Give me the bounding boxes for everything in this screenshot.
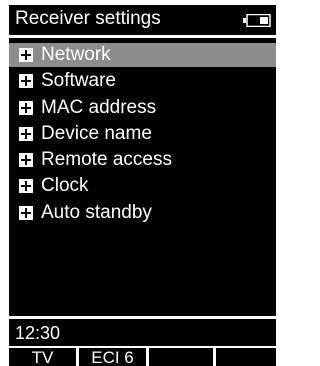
battery-icon: [243, 13, 271, 28]
menu-item-mac-address[interactable]: MAC address: [9, 96, 276, 120]
menu-item-label: Device name: [41, 122, 152, 144]
settings-menu: Network Software MAC address Device name…: [9, 43, 276, 227]
softkey-2[interactable]: ECI 6: [79, 348, 146, 366]
status-divider: [9, 316, 276, 319]
plus-box-icon: [19, 205, 33, 220]
menu-item-software[interactable]: Software: [9, 69, 276, 93]
device-screen: Receiver settings Network Software MAC a…: [9, 5, 276, 366]
menu-item-clock[interactable]: Clock: [9, 174, 276, 198]
menu-item-network[interactable]: Network: [9, 43, 276, 67]
title-bar: Receiver settings: [9, 5, 276, 35]
softkey-3[interactable]: [149, 348, 213, 366]
menu-item-remote-access[interactable]: Remote access: [9, 148, 276, 172]
menu-item-label: Remote access: [41, 149, 172, 171]
menu-item-auto-standby[interactable]: Auto standby: [9, 201, 276, 225]
menu-item-label: Auto standby: [41, 201, 152, 223]
menu-item-label: Network: [41, 44, 111, 65]
menu-item-device-name[interactable]: Device name: [9, 122, 276, 146]
title-divider: [9, 35, 276, 38]
plus-box-icon: [19, 48, 33, 62]
softkey-4[interactable]: [216, 348, 276, 366]
plus-box-icon: [19, 100, 33, 115]
softkey-bar: TV ECI 6: [9, 346, 276, 366]
menu-item-label: Clock: [41, 175, 89, 197]
menu-item-label: MAC address: [41, 96, 157, 118]
clock-readout: 12:30: [15, 323, 61, 343]
screen-title: Receiver settings: [15, 8, 161, 29]
plus-box-icon: [19, 74, 33, 89]
plus-box-icon: [19, 126, 33, 141]
plus-box-icon: [19, 179, 33, 194]
softkey-1[interactable]: TV: [9, 348, 76, 366]
plus-box-icon: [19, 153, 33, 168]
menu-item-label: Software: [41, 70, 116, 92]
